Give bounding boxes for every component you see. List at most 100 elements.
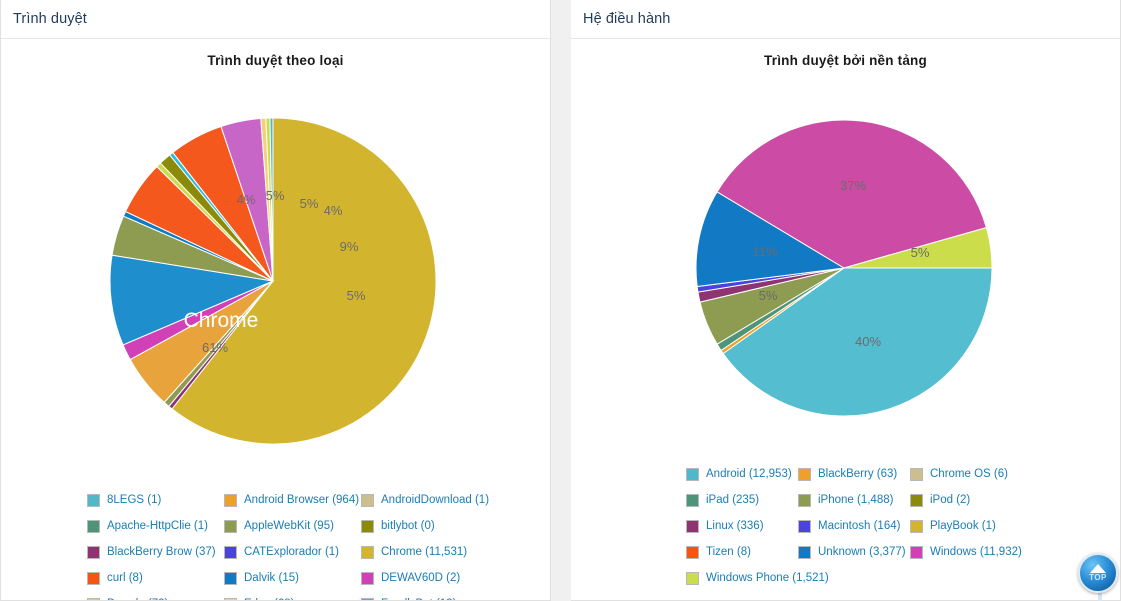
legend-item-label: iPhone (1,488) [818, 493, 894, 506]
legend-item[interactable]: Windows Phone (1,521) [686, 565, 829, 591]
legend-os: Android (12,953) BlackBerry (63) Chrome OS… [571, 461, 1120, 591]
pie-svg-browsers: Chrome 61% 5% 9% 4% 5% 5% 4% [109, 117, 437, 445]
legend-color-swatch [686, 545, 699, 559]
panel-title-browsers: Trình duyệt [13, 11, 87, 27]
legend-item-label: Tizen (8) [706, 545, 751, 558]
legend-item-label: AndroidDownload (1) [381, 493, 490, 506]
legend-color-swatch [686, 467, 699, 481]
legend-item-label: iPad (235) [706, 493, 760, 506]
pie-chart-os: 40% 37% 11% 5% 5% [571, 68, 1120, 468]
legend-item[interactable]: Android Browser (964) [224, 487, 361, 513]
legend-item[interactable]: curl (8) [87, 565, 224, 591]
legend-item-label: bitlybot (0) [381, 519, 435, 532]
legend-item[interactable]: Linux (336) [686, 513, 798, 539]
legend-item[interactable]: BlackBerry Brow (37) [87, 539, 224, 565]
legend-color-swatch [224, 545, 237, 559]
legend-item[interactable]: Android (12,953) [686, 461, 798, 487]
legend-item[interactable]: PlayBook (1) [910, 513, 1022, 539]
legend-color-swatch [87, 545, 100, 559]
legend-browsers: 8LEGS (1) Android Browser (964) AndroidDow… [1, 487, 550, 601]
legend-item[interactable]: Dalvik (15) [224, 565, 361, 591]
legend-item-label: FeedlyBot (13) [381, 598, 456, 601]
legend-item-label: Chrome OS (6) [930, 467, 1008, 480]
pie-chart-browsers: Chrome 61% 5% 9% 4% 5% 5% 4% [1, 68, 550, 498]
legend-color-swatch [910, 493, 923, 507]
legend-item-label: Windows Phone (1,521) [706, 571, 829, 584]
panel-header-browsers: Trình duyệt [1, 0, 550, 39]
legend-color-swatch [686, 519, 699, 533]
pie-slice-percent-label: 4% [324, 203, 343, 218]
legend-color-swatch [361, 519, 374, 533]
scroll-to-top-label: TOP [1089, 573, 1107, 582]
pie-slice-percent-label: 4% [237, 192, 256, 207]
legend-item[interactable]: bitlybot (0) [361, 513, 498, 539]
legend-color-swatch [361, 545, 374, 559]
legend-item[interactable]: Dorado (72) [87, 591, 224, 601]
legend-item-label: Linux (336) [706, 519, 764, 532]
legend-color-swatch [87, 493, 100, 507]
legend-item[interactable]: BlackBerry (63) [798, 461, 910, 487]
legend-item-label: AppleWebKit (95) [244, 519, 334, 532]
legend-item[interactable]: AppleWebKit (95) [224, 513, 361, 539]
legend-item-label: Apache-HttpClie (1) [107, 519, 208, 532]
legend-item[interactable]: Chrome (11,531) [361, 539, 498, 565]
legend-item-label: iPod (2) [930, 493, 971, 506]
legend-color-swatch [361, 571, 374, 585]
legend-item[interactable]: Windows (11,932) [910, 539, 1022, 565]
pie-slice-percent-label: 61% [202, 340, 228, 355]
legend-item[interactable]: iPad (235) [686, 487, 798, 513]
legend-item-label: Macintosh (164) [818, 519, 901, 532]
legend-item-label: 8LEGS (1) [107, 493, 162, 506]
pie-slice-percent-label: 40% [855, 334, 881, 349]
legend-item[interactable]: Macintosh (164) [798, 513, 910, 539]
legend-color-swatch [910, 519, 923, 533]
legend-color-swatch [798, 493, 811, 507]
pie-slice-percent-label: 37% [840, 178, 866, 193]
legend-item-label: CATExplorador (1) [244, 545, 340, 558]
panel-body-os: Trình duyệt bởi nền tảng 40% 37% 11% 5% 5% A… [571, 39, 1120, 600]
pie-slice-percent-label: 11% [752, 244, 777, 259]
legend-item[interactable]: Tizen (8) [686, 539, 798, 565]
legend-item[interactable]: Chrome OS (6) [910, 461, 1022, 487]
legend-item[interactable]: 8LEGS (1) [87, 487, 224, 513]
panel-title-os: Hệ điều hành [583, 11, 671, 27]
legend-color-swatch [361, 493, 374, 507]
legend-item-label: curl (8) [107, 571, 143, 584]
legend-item-label: Dalvik (15) [244, 571, 299, 584]
legend-item[interactable]: Unknown (3,377) [798, 539, 910, 565]
legend-item[interactable]: FeedlyBot (13) [361, 591, 498, 601]
legend-item-label: PlayBook (1) [930, 519, 996, 532]
legend-item[interactable]: Apache-HttpClie (1) [87, 513, 224, 539]
pie-slice-percent-label: 5% [911, 245, 930, 260]
panel-body-browsers: Trình duyệt theo loại Chrome 61% 5% 9% 4% 5% 5… [1, 39, 550, 601]
chart-title-os: Trình duyệt bởi nền tảng [764, 53, 927, 68]
legend-item-label: Android Browser (964) [244, 493, 360, 506]
legend-item-label: Windows (11,932) [930, 545, 1022, 558]
chart-title-browsers: Trình duyệt theo loại [207, 53, 344, 68]
legend-color-swatch [224, 493, 237, 507]
legend-item-label: Dorado (72) [107, 598, 168, 601]
legend-color-swatch [87, 597, 100, 600]
legend-item-label: BlackBerry (63) [818, 467, 898, 480]
legend-color-swatch [910, 467, 923, 481]
legend-color-swatch [224, 597, 237, 600]
pie-slice-percent-label: 5% [759, 288, 778, 303]
legend-item[interactable]: CATExplorador (1) [224, 539, 361, 565]
panel-operating-systems: Hệ điều hành Trình duyệt bởi nền tảng 40… [571, 0, 1121, 601]
legend-color-swatch [686, 571, 699, 585]
legend-item[interactable]: iPhone (1,488) [798, 487, 910, 513]
legend-item[interactable]: AndroidDownload (1) [361, 487, 498, 513]
legend-item[interactable]: iPod (2) [910, 487, 1022, 513]
legend-item[interactable]: DEWAV60D (2) [361, 565, 498, 591]
legend-color-swatch [686, 493, 699, 507]
legend-color-swatch [798, 545, 811, 559]
panel-browsers: Trình duyệt Trình duyệt theo loại Chrome… [0, 0, 551, 601]
legend-item-label: DEWAV60D (2) [381, 571, 461, 584]
legend-color-swatch [910, 545, 923, 559]
pie-slice-percent-label: 9% [340, 239, 359, 254]
pie-slice-percent-label: 5% [300, 196, 319, 211]
scroll-to-top-button[interactable]: TOP [1078, 553, 1118, 593]
pie-slice-percent-label: 5% [347, 288, 366, 303]
triangle-up-icon [1090, 564, 1106, 573]
legend-item[interactable]: Edge (68) [224, 591, 361, 600]
